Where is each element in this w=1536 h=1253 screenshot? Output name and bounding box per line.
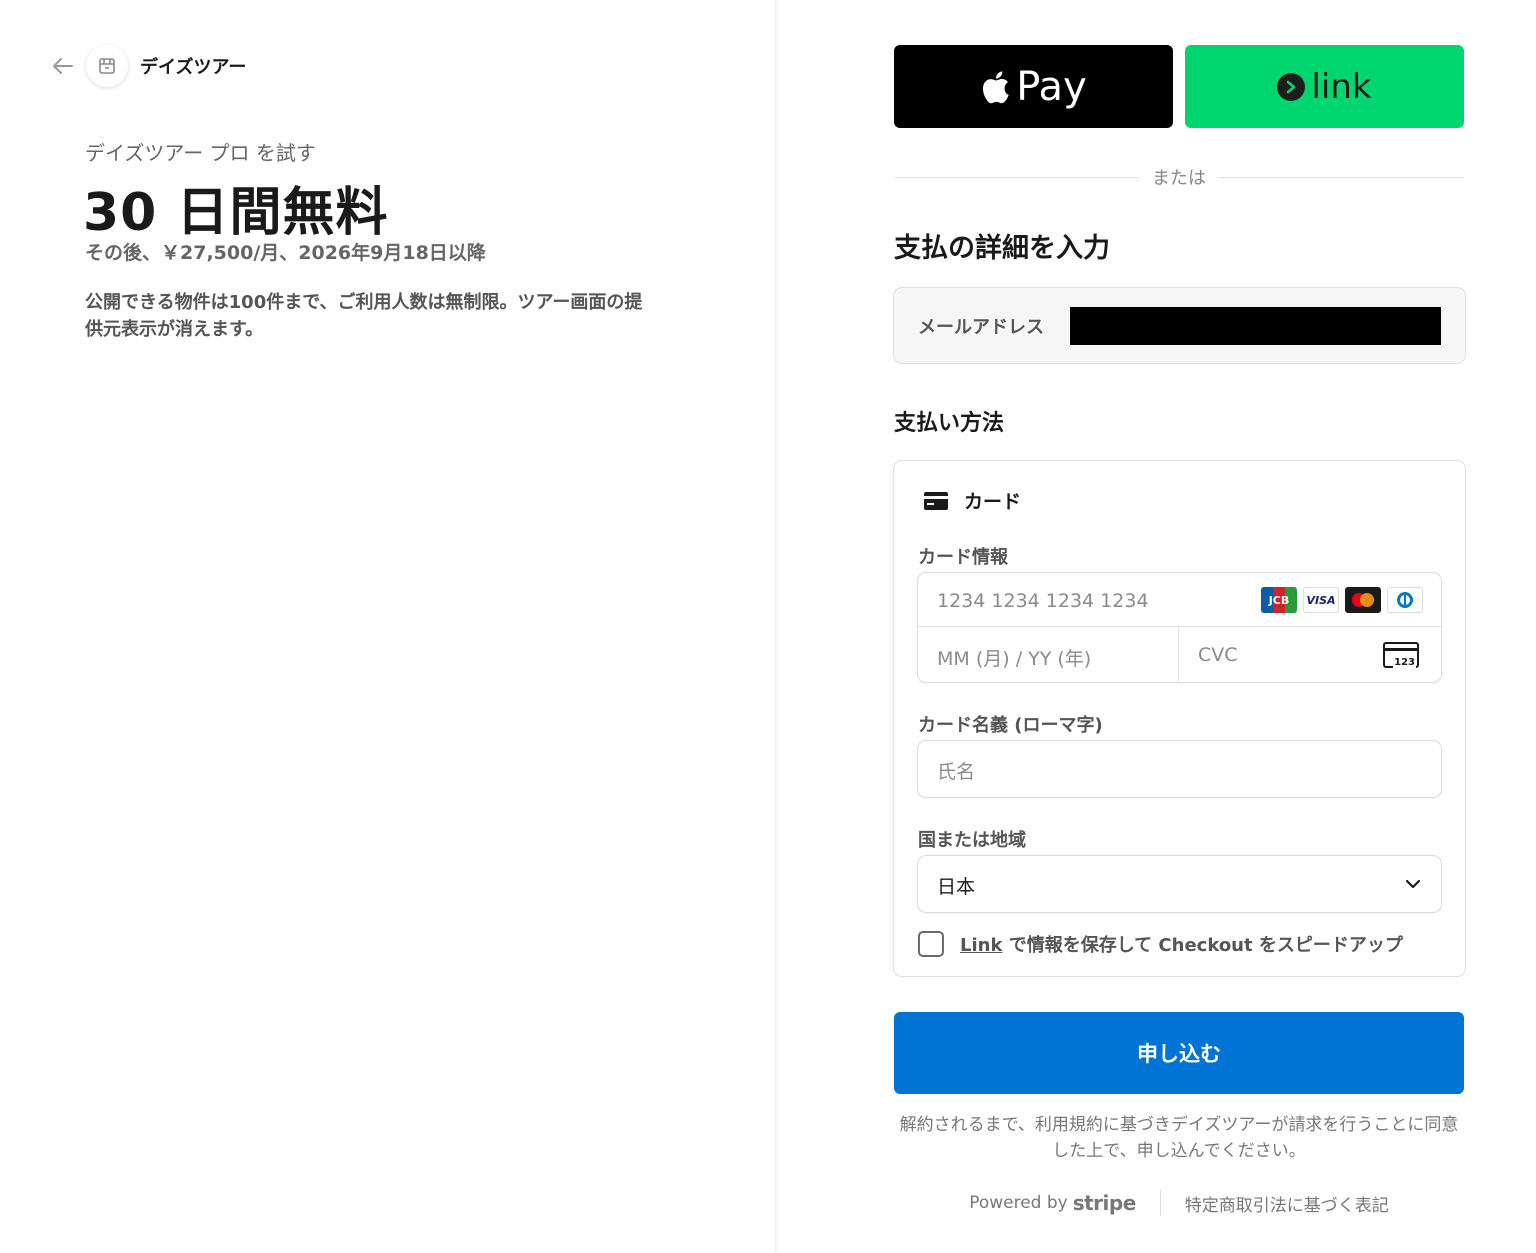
card-info-label: カード情報 xyxy=(918,547,1008,568)
apple-logo-icon xyxy=(983,70,1009,103)
cardholder-name-placeholder: 氏名 xyxy=(937,761,976,783)
card-tab-label: カード xyxy=(964,491,1022,513)
payment-method-heading: 支払い方法 xyxy=(894,411,1005,436)
save-with-link-row: Link で情報を保存して Checkout をスピードアップ xyxy=(918,931,1403,957)
footer-separator xyxy=(1159,1190,1161,1216)
header-row: デイズツアー xyxy=(50,44,246,88)
order-summary-panel: デイズツアー デイズツアー プロ を試す 30 日間無料 その後、￥27,500… xyxy=(0,0,774,1253)
plan-description: 公開できる物件は100件まで、ご利用人数は無制限。ツアー画面の提供元表示が消えま… xyxy=(85,292,643,340)
link-info-link[interactable]: Link xyxy=(960,935,1002,956)
apple-pay-button[interactable]: Pay xyxy=(894,45,1173,128)
cardholder-name-input[interactable]: 氏名 xyxy=(918,741,1441,797)
post-trial-price: その後、￥27,500/月、2026年9月18日以降 xyxy=(85,242,486,264)
subscribe-button[interactable]: 申し込む xyxy=(894,1012,1464,1094)
visa-icon: VISA xyxy=(1303,587,1339,613)
apple-pay-label: Pay xyxy=(1016,63,1087,110)
or-text: または xyxy=(1152,168,1206,189)
trial-label: デイズツアー プロ を試す xyxy=(85,141,316,165)
terms-text: 解約されるまで、利用規約に基づきデイズツアーが請求を行うことに同意した上で、申し… xyxy=(899,1115,1459,1161)
cvc-placeholder: CVC xyxy=(1198,644,1238,666)
or-divider: または xyxy=(894,162,1464,192)
commerce-law-link[interactable]: 特定商取引法に基づく表記 xyxy=(1185,1191,1389,1216)
cvc-card-icon: 123 xyxy=(1383,642,1419,668)
country-label: 国または地域 xyxy=(918,830,1026,851)
payment-details-heading: 支払の詳細を入力 xyxy=(894,233,1110,264)
trial-headline: 30 日間無料 xyxy=(83,183,389,243)
link-label: link xyxy=(1311,66,1372,107)
link-pay-button[interactable]: link xyxy=(1185,45,1464,128)
mastercard-icon xyxy=(1345,587,1381,613)
email-value-redacted xyxy=(1070,307,1441,345)
country-value: 日本 xyxy=(937,876,976,898)
country-select[interactable]: 日本 xyxy=(918,856,1441,912)
card-brands: JCB VISA xyxy=(1261,587,1423,613)
expiry-placeholder: MM (月) / YY (年) xyxy=(937,648,1092,670)
cvc-icon-text: 123 xyxy=(1393,657,1416,668)
diners-icon xyxy=(1387,587,1423,613)
cvc-input[interactable]: CVC 123 xyxy=(1179,627,1441,682)
footer: Powered by stripe 特定商取引法に基づく表記 xyxy=(894,1190,1464,1216)
powered-by-text: Powered by xyxy=(969,1193,1068,1213)
card-number-placeholder: 1234 1234 1234 1234 xyxy=(937,590,1149,612)
save-info-checkbox[interactable] xyxy=(918,931,944,957)
card-number-input[interactable]: 1234 1234 1234 1234 JCB VISA xyxy=(918,573,1441,627)
cardholder-name-label: カード名義 (ローマ字) xyxy=(918,715,1103,736)
merchant-name: デイズツアー xyxy=(140,57,247,78)
save-info-text: Link で情報を保存して Checkout をスピードアップ xyxy=(960,931,1403,957)
link-arrow-icon xyxy=(1277,72,1306,101)
back-arrow-icon[interactable] xyxy=(50,53,76,79)
email-label: メールアドレス xyxy=(918,317,1044,338)
expiry-input[interactable]: MM (月) / YY (年) xyxy=(918,627,1179,682)
email-field[interactable]: メールアドレス xyxy=(894,288,1465,363)
card-payment-section: カード カード情報 1234 1234 1234 1234 JCB VISA M… xyxy=(894,461,1465,976)
card-tab[interactable]: カード xyxy=(924,487,1021,514)
chevron-down-icon xyxy=(1405,879,1421,889)
save-info-label: で情報を保存して Checkout をスピードアップ xyxy=(1002,935,1403,956)
stripe-logo[interactable]: stripe xyxy=(1073,1191,1137,1215)
credit-card-icon xyxy=(924,491,948,510)
jcb-icon: JCB xyxy=(1261,587,1297,613)
card-input-group: 1234 1234 1234 1234 JCB VISA MM (月) / YY… xyxy=(918,573,1441,682)
store-icon xyxy=(86,45,128,87)
payment-panel: Pay link または 支払の詳細を入力 メールアドレス 支払い方法 カード … xyxy=(780,0,1536,1253)
